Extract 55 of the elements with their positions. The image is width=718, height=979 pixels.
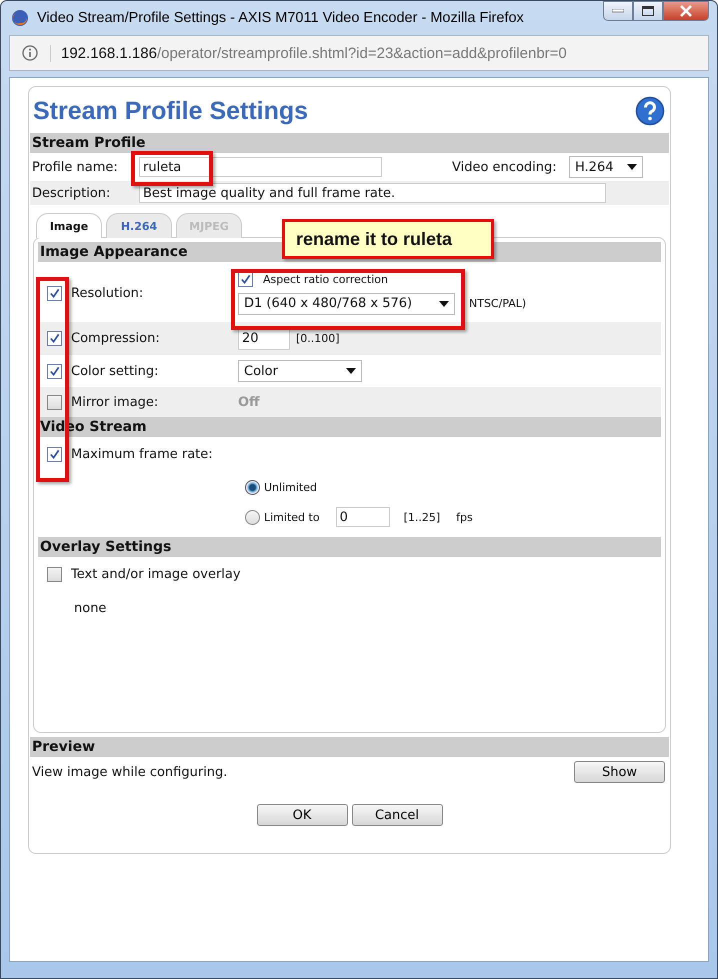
checkbox[interactable] [47,566,62,582]
range-text: [0..100] [296,332,340,345]
section-header: Stream Profile [30,133,669,153]
setting-label: Compression: [71,331,161,346]
setting-label: Mirror image: [71,394,160,410]
checkbox[interactable] [47,394,62,410]
show-button[interactable]: Show [574,761,665,783]
page-title: Stream Profile Settings [33,96,308,126]
value-text: none [73,600,108,616]
setting-label: Resolution: [71,286,144,300]
window-title: Video Stream/Profile Settings - AXIS M7011 Video Encoder - Mozilla Firefox [37,10,525,26]
setting-label: Color setting: [71,364,160,378]
unit-text: fps [456,510,473,524]
info-icon [22,45,38,61]
range-text: [1..25] [404,510,440,524]
checkbox[interactable] [47,286,62,300]
checkbox[interactable] [47,331,62,346]
note-text: NTSC/PAL) [469,297,526,310]
checkbox[interactable] [47,364,62,378]
tab[interactable]: Image [36,213,102,238]
dialog-button[interactable]: OK [256,804,348,826]
color-dropdown[interactable]: Color [238,360,362,382]
section-header: Preview [30,737,669,757]
tab[interactable]: H.264 [106,213,172,238]
radio-label: Limited to [264,510,320,524]
field-label: Description: [32,186,112,200]
field-label: Video encoding: [452,160,558,174]
value-text: Off [238,394,260,410]
option-label: Aspect ratio correction [263,272,388,286]
description-text: View image while configuring. [32,764,228,780]
resolution-dropdown[interactable]: D1 (640 x 480/768 x 576) [238,292,455,314]
maximize-button[interactable] [633,1,663,21]
description-field[interactable]: Best image quality and full frame rate. [139,183,606,203]
radio-button[interactable] [245,510,260,524]
checkbox[interactable] [47,446,62,462]
setting-label: Text and/or image overlay [71,566,241,582]
url-text: 192.168.1.186/operator/streamprofile.shtml?id=23&action=add&profilenbr=0 [50,44,567,62]
close-button[interactable] [663,1,709,21]
maximize-icon [642,6,654,16]
radio-button[interactable] [245,480,260,494]
help-icon[interactable] [635,96,665,126]
minimize-icon [612,9,624,13]
field-label: Profile name: [32,160,119,174]
close-icon [679,5,693,17]
address-bar[interactable]: 192.168.1.186/operator/streamprofile.shtml?id=23&action=add&profilenbr=0 [9,35,709,71]
dialog-button[interactable]: Cancel [352,804,442,826]
minimize-button[interactable] [603,1,633,21]
setting-label: Maximum frame rate: [71,446,214,462]
frame-rate-field[interactable]: 0 [336,507,390,527]
radio-label: Unlimited [264,480,317,494]
section-header: Overlay Settings [38,537,661,557]
video-encoding-dropdown[interactable]: H.264 [569,156,643,178]
profile-name-field[interactable]: ruleta [139,157,382,177]
callout-note: rename it to ruleta [282,219,494,259]
browser-logo-icon [11,9,29,27]
